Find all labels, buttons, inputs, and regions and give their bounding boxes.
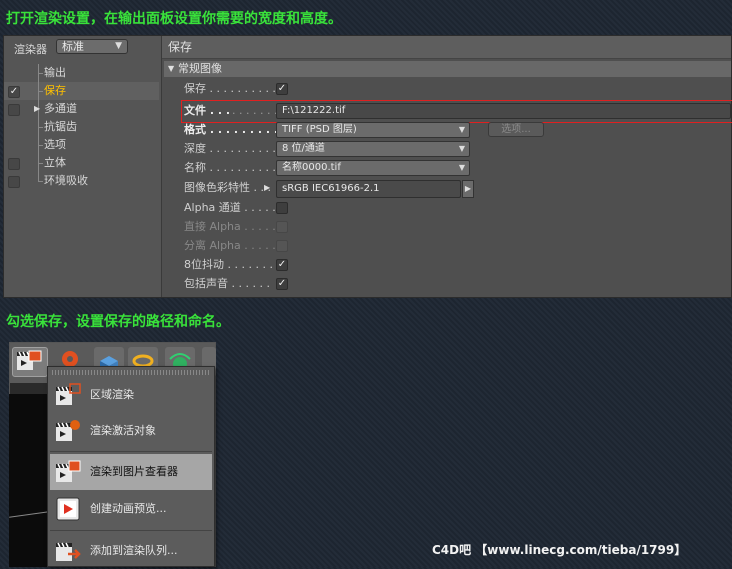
tree-item-antialiasing[interactable]: 抗锯齿 [4, 118, 159, 136]
file-path-input[interactable]: F:\121222.tif [276, 103, 731, 119]
render-active-object-icon [56, 420, 80, 441]
row-color-profile: 图像色彩特性 . . . ▶ sRGB IEC61966-2.1 ▶ [184, 179, 732, 198]
tree-item-multipass[interactable]: ▶ 多通道 [4, 100, 159, 118]
row-name: 名称 . . . . . . . . . . 名称0000.tif ▼ [184, 159, 732, 177]
panel-title: 保存 [162, 36, 731, 59]
row-depth: 深度 . . . . . . . . . . 8 位/通道 ▼ [184, 140, 732, 158]
alpha-label: Alpha 通道 . . . . . [184, 201, 276, 214]
tree-item-label: 立体 [44, 156, 66, 169]
row-straight-alpha: 直接 Alpha . . . . . [184, 218, 484, 236]
row-format: 格式 . . . . . . . . . . TIFF (PSD 图层) ▼ 选… [184, 121, 732, 139]
file-path-value: F:\121222.tif [282, 105, 346, 116]
include-sound-label: 包括声音 . . . . . . [184, 277, 270, 290]
format-label: 格式 . . . . . . . . . . [184, 123, 287, 136]
tree-item-label: 输出 [44, 66, 66, 79]
tree-item-label: 保存 [44, 84, 66, 97]
straight-alpha-label: 直接 Alpha . . . . . [184, 220, 276, 233]
watermark-text: C4D吧 【www.linecg.com/tieba/1799】 [432, 543, 687, 557]
menu-item-region-render[interactable]: 区域渲染 [50, 377, 212, 413]
row-separate-alpha: 分离 Alpha . . . . . [184, 237, 484, 255]
tree-checkbox[interactable]: ✓ [8, 86, 20, 98]
tree-item-ambient-occlusion[interactable]: 环境吸收 [4, 172, 159, 190]
dither-checkbox[interactable]: ✓ [276, 259, 288, 271]
row-file: 文件 . . . . . . . . . . . . F:\121222.tif [184, 102, 732, 120]
row-dither: 8位抖动 . . . . . . . ✓ [184, 256, 484, 274]
region-render-icon [56, 383, 81, 405]
include-sound-checkbox[interactable]: ✓ [276, 278, 288, 290]
row-alpha: Alpha 通道 . . . . . [184, 199, 484, 217]
chevron-down-icon: ▼ [458, 144, 465, 153]
tree-item-label: 选项 [44, 138, 66, 151]
section-general-image[interactable]: ▼ 常规图像 [164, 61, 731, 77]
render-settings-panel: 渲染器 标准 ▼ 输出 ✓ 保存 ▶ 多通道 抗锯齿 选项 立体 环境吸收 保存… [3, 35, 732, 298]
tree-item-label: 环境吸收 [44, 174, 88, 187]
make-preview-icon [56, 497, 80, 521]
renderer-select[interactable]: 标准 ▼ [56, 39, 128, 54]
menu-item-label: 添加到渲染队列... [90, 544, 178, 557]
menu-item-label: 渲染激活对象 [90, 424, 156, 437]
clapperboard-icon [17, 350, 42, 370]
chevron-down-icon: ▼ [458, 125, 465, 134]
save-settings-area: 保存 ▼ 常规图像 保存 . . . . . . . . . . ✓ 文件 . … [162, 36, 732, 297]
menu-item-label: 创建动画预览... [90, 502, 167, 515]
section-title: 常规图像 [178, 62, 222, 75]
renderer-value: 标准 [62, 40, 84, 53]
menu-item-render-active-object[interactable]: 渲染激活对象 [50, 413, 212, 449]
menu-item-label: 区域渲染 [90, 388, 134, 401]
profile-menu-button[interactable]: ▶ [462, 180, 474, 198]
tree-checkbox[interactable] [8, 158, 20, 170]
row-save: 保存 . . . . . . . . . . ✓ [184, 80, 732, 98]
expand-arrow-icon[interactable]: ▶ [34, 100, 40, 118]
tree-item-output[interactable]: 输出 [4, 64, 159, 82]
menu-item-add-to-render-queue[interactable]: 添加到渲染队列... [50, 533, 212, 569]
render-to-picture-viewer-icon [56, 460, 81, 482]
color-profile-label: 图像色彩特性 . . . [184, 181, 271, 194]
settings-tree: 输出 ✓ 保存 ▶ 多通道 抗锯齿 选项 立体 环境吸收 [4, 64, 159, 190]
menu-grip[interactable] [52, 370, 210, 375]
add-to-render-queue-icon [56, 542, 81, 561]
renderer-label: 渲染器 [14, 43, 47, 56]
render-settings-sidebar: 渲染器 标准 ▼ 输出 ✓ 保存 ▶ 多通道 抗锯齿 选项 立体 环境吸收 [4, 36, 162, 297]
name-select[interactable]: 名称0000.tif ▼ [276, 160, 470, 176]
separate-alpha-label: 分离 Alpha . . . . . [184, 239, 276, 252]
depth-select[interactable]: 8 位/通道 ▼ [276, 141, 470, 157]
menu-item-label: 渲染到图片查看器 [90, 465, 178, 478]
save-checkbox[interactable]: ✓ [276, 83, 288, 95]
menu-item-render-to-picture-viewer[interactable]: 渲染到图片查看器 [50, 454, 212, 490]
chevron-down-icon: ▼ [458, 163, 465, 172]
alpha-checkbox[interactable] [276, 202, 288, 214]
options-button[interactable]: 选项... [488, 122, 544, 137]
tree-checkbox[interactable] [8, 104, 20, 116]
caption-top: 打开渲染设置，在输出面板设置你需要的宽度和高度。 [6, 11, 342, 27]
tree-item-label: 抗锯齿 [44, 120, 77, 133]
tree-item-options[interactable]: 选项 [4, 136, 159, 154]
name-value: 名称0000.tif [282, 162, 341, 173]
tree-checkbox[interactable] [8, 176, 20, 188]
tree-item-save[interactable]: ✓ 保存 [4, 82, 159, 100]
color-profile-field[interactable]: sRGB IEC61966-2.1 [276, 180, 461, 198]
depth-value: 8 位/通道 [282, 143, 325, 154]
tree-item-stereoscopic[interactable]: 立体 [4, 154, 159, 172]
save-label: 保存 . . . . . . . . . . [184, 82, 276, 95]
name-label: 名称 . . . . . . . . . . [184, 161, 276, 174]
collapse-arrow-icon: ▼ [168, 64, 175, 73]
menu-item-make-preview[interactable]: 创建动画预览... [50, 491, 212, 527]
expand-arrow-icon[interactable]: ▶ [264, 179, 270, 197]
tree-item-label: 多通道 [44, 102, 77, 115]
format-select[interactable]: TIFF (PSD 图层) ▼ [276, 122, 470, 138]
render-view-button[interactable] [12, 347, 48, 377]
viewport[interactable] [9, 394, 49, 567]
format-value: TIFF (PSD 图层) [282, 124, 357, 135]
caption-middle: 勾选保存，设置保存的路径和命名。 [6, 314, 230, 330]
color-profile-value: sRGB IEC61966-2.1 [282, 183, 380, 194]
separate-alpha-checkbox[interactable] [276, 240, 288, 252]
dither-label: 8位抖动 . . . . . . . [184, 258, 273, 271]
row-include-sound: 包括声音 . . . . . . ✓ [184, 275, 484, 293]
depth-label: 深度 . . . . . . . . . . [184, 142, 276, 155]
file-label: 文件 . . . [184, 104, 231, 117]
render-menu: 区域渲染 渲染激活对象 渲染到图片查看器 创建动画预览... 添加到渲染队列..… [47, 366, 215, 567]
straight-alpha-checkbox[interactable] [276, 221, 288, 233]
chevron-down-icon: ▼ [115, 41, 122, 51]
